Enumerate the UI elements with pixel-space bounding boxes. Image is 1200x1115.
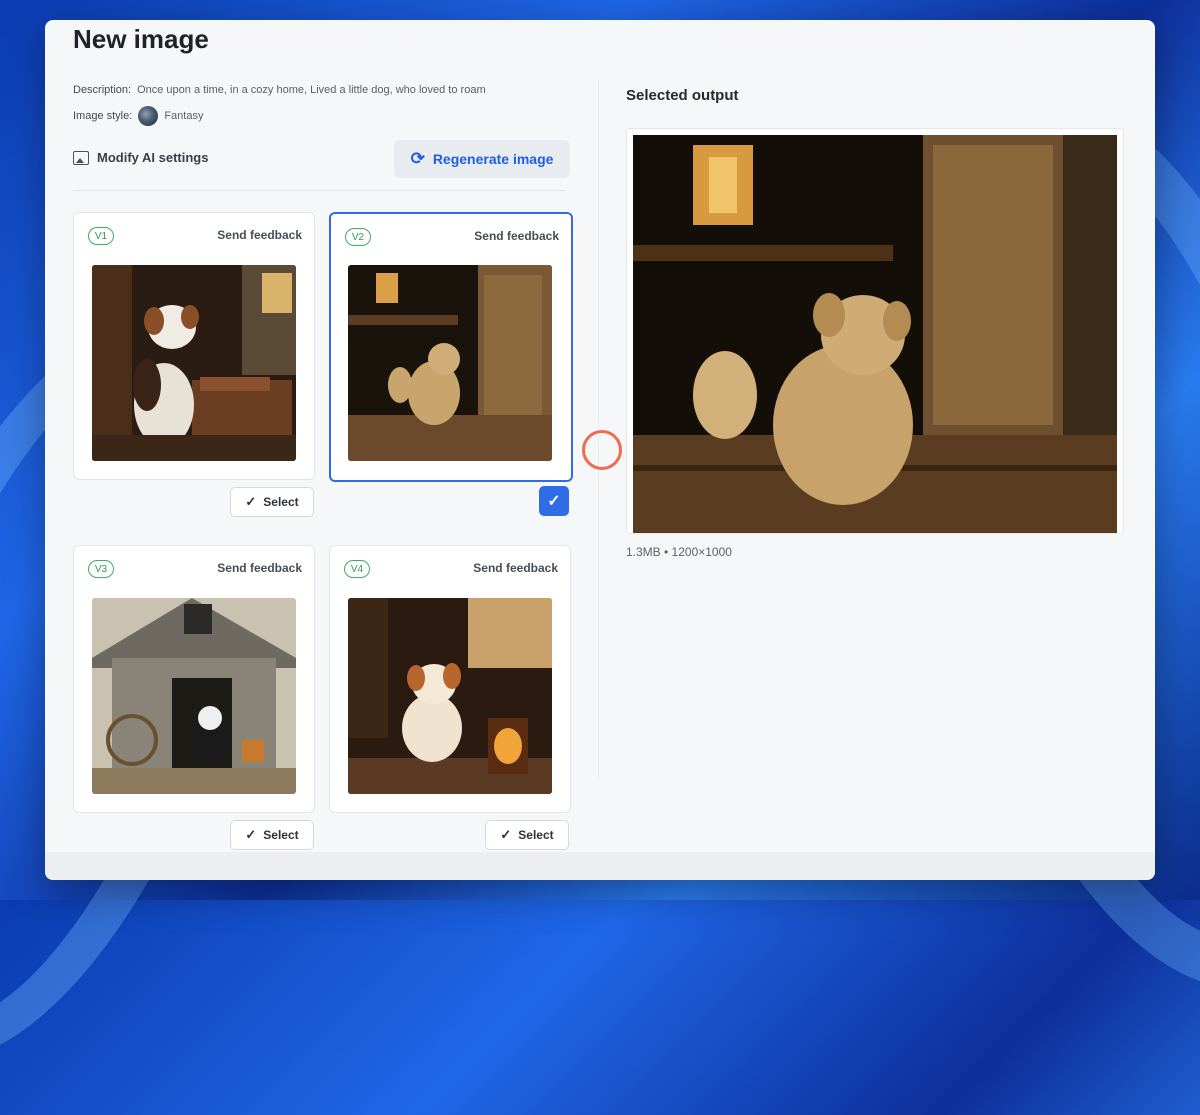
check-icon: ✓	[245, 494, 257, 509]
selected-check-button-v2[interactable]: ✓	[539, 486, 569, 516]
version-badge: V1	[88, 227, 114, 245]
cursor-indicator	[582, 430, 622, 470]
variant-card-v2[interactable]: V2 Send feedback	[329, 212, 573, 482]
variant-image[interactable]	[348, 265, 552, 461]
image-style-row: Image style: Fantasy	[73, 106, 203, 126]
select-label: Select	[263, 495, 299, 509]
description-value: Once upon a time, in a cozy home, Lived …	[137, 84, 486, 96]
selected-output-title: Selected output	[626, 87, 739, 104]
variant-image[interactable]	[348, 598, 552, 794]
modify-ai-settings-button[interactable]: Modify AI settings	[73, 150, 208, 165]
check-icon: ✓	[547, 493, 561, 510]
selected-output-image[interactable]	[633, 135, 1117, 533]
version-badge: V4	[344, 560, 370, 578]
selected-output-frame	[626, 128, 1124, 534]
select-label: Select	[518, 828, 554, 842]
send-feedback-link[interactable]: Send feedback	[473, 561, 558, 575]
regenerate-label: Regenerate image	[432, 151, 554, 167]
send-feedback-link[interactable]: Send feedback	[217, 561, 302, 575]
variant-card-v4[interactable]: V4 Send feedback	[329, 545, 571, 813]
variant-image[interactable]	[92, 598, 296, 794]
check-icon: ✓	[245, 827, 257, 842]
send-feedback-link[interactable]: Send feedback	[217, 228, 302, 242]
modify-label: Modify AI settings	[97, 150, 209, 165]
app-window: New image Description: Once upon a time,…	[45, 20, 1155, 880]
description-label: Description:	[73, 84, 132, 96]
image-style-label: Image style:	[73, 110, 133, 122]
image-style-value: Fantasy	[164, 110, 204, 122]
page-title: New image	[73, 24, 209, 54]
style-avatar	[138, 106, 159, 126]
file-info: 1.3MB • 1200×1000	[626, 545, 732, 559]
send-feedback-link[interactable]: Send feedback	[474, 229, 559, 243]
select-label: Select	[263, 828, 299, 842]
image-settings-icon	[73, 150, 89, 165]
footer-bar	[45, 852, 1155, 880]
variant-card-v3[interactable]: V3 Send feedback	[73, 545, 315, 813]
variant-card-v1[interactable]: V1 Send feedback	[73, 212, 315, 480]
regenerate-image-button[interactable]: ⟳ Regenerate image	[394, 140, 570, 178]
refresh-icon: ⟳	[410, 149, 425, 168]
version-badge: V2	[345, 228, 371, 246]
select-button-v1[interactable]: ✓ Select	[230, 487, 314, 517]
select-button-v4[interactable]: ✓ Select	[485, 820, 569, 850]
description-row: Description: Once upon a time, in a cozy…	[73, 84, 486, 96]
version-badge: V3	[88, 560, 114, 578]
divider	[73, 190, 565, 191]
select-button-v3[interactable]: ✓ Select	[230, 820, 314, 850]
check-icon: ✓	[500, 827, 512, 842]
variant-image[interactable]	[92, 265, 296, 461]
